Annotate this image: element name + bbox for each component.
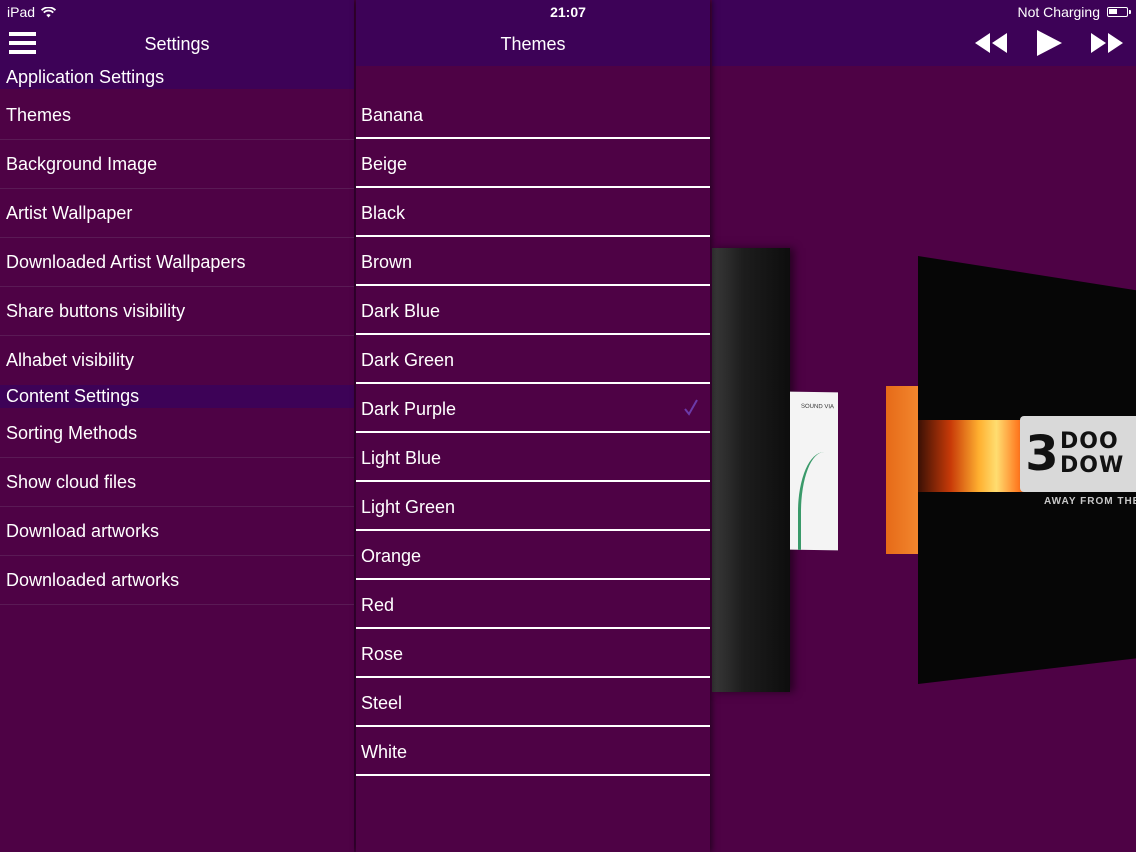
checkmark-icon [684, 399, 698, 416]
settings-item-downloaded-artist-wallpapers[interactable]: Downloaded Artist Wallpapers [0, 238, 354, 287]
album-cover-white[interactable]: SOUND VIA [790, 391, 838, 551]
settings-panel: Settings Application Settings Themes Bac… [0, 0, 354, 852]
play-icon [1037, 30, 1062, 56]
player-controls [962, 24, 1136, 62]
theme-item-banana[interactable]: Banana [356, 90, 710, 139]
album-cover-logo: 3 DOO DOW [1020, 416, 1136, 492]
theme-item-dark-purple[interactable]: Dark Purple [356, 384, 710, 433]
settings-item-show-cloud-files[interactable]: Show cloud files [0, 458, 354, 507]
theme-item-light-green[interactable]: Light Green [356, 482, 710, 531]
settings-item-sorting-methods[interactable]: Sorting Methods [0, 409, 354, 458]
status-right: Not Charging [1017, 4, 1131, 20]
album-cover-orange[interactable] [886, 386, 922, 554]
theme-item-rose[interactable]: Rose [356, 629, 710, 678]
rewind-button[interactable] [962, 24, 1020, 62]
theme-item-white[interactable]: White [356, 727, 710, 776]
screen: SOUND VIA 3 DOO DOW AWAY FROM THE Settin… [0, 0, 1136, 852]
album-cover-white-curve [798, 451, 838, 551]
theme-item-label: Dark Purple [361, 399, 457, 419]
theme-item-steel[interactable]: Steel [356, 678, 710, 727]
play-button[interactable] [1020, 24, 1078, 62]
album-cover-subtitle: AWAY FROM THE [1044, 496, 1136, 507]
settings-item-background-image[interactable]: Background Image [0, 140, 354, 189]
status-bar: iPad 21:07 Not Charging [0, 0, 1136, 24]
theme-item-black[interactable]: Black [356, 188, 710, 237]
theme-item-brown[interactable]: Brown [356, 237, 710, 286]
fast-forward-icon [1091, 33, 1123, 53]
settings-item-downloaded-artworks[interactable]: Downloaded artworks [0, 556, 354, 605]
theme-item-red[interactable]: Red [356, 580, 710, 629]
settings-item-share-buttons-visibility[interactable]: Share buttons visibility [0, 287, 354, 336]
album-cover-word-1: DOO [1060, 429, 1119, 454]
status-time: 21:07 [550, 4, 586, 20]
rewind-icon [975, 33, 1007, 53]
fast-forward-button[interactable] [1078, 24, 1136, 62]
themes-title: Themes [500, 34, 566, 54]
section-header-application-settings: Application Settings [0, 66, 354, 89]
album-cover-white-text: SOUND VIA [800, 403, 834, 411]
settings-item-artist-wallpaper[interactable]: Artist Wallpaper [0, 189, 354, 238]
themes-panel: Themes Banana Beige Black Brown Dark Blu… [356, 0, 710, 852]
album-cover-dark[interactable] [712, 248, 790, 692]
album-cover-word-2: DOW [1060, 453, 1125, 478]
theme-item-orange[interactable]: Orange [356, 531, 710, 580]
battery-icon [1107, 7, 1131, 17]
theme-item-dark-green[interactable]: Dark Green [356, 335, 710, 384]
section-header-content-settings: Content Settings [0, 385, 354, 408]
album-cover-number: 3 [1025, 426, 1059, 482]
settings-title: Settings [144, 34, 210, 54]
settings-item-download-artworks[interactable]: Download artworks [0, 507, 354, 556]
theme-item-light-blue[interactable]: Light Blue [356, 433, 710, 482]
theme-item-beige[interactable]: Beige [356, 139, 710, 188]
album-cover-main[interactable]: 3 DOO DOW AWAY FROM THE [918, 256, 1136, 684]
settings-item-themes[interactable]: Themes [0, 91, 354, 140]
settings-item-alphabet-visibility[interactable]: Alhabet visibility [0, 336, 354, 385]
charging-status: Not Charging [1017, 4, 1101, 20]
theme-item-dark-blue[interactable]: Dark Blue [356, 286, 710, 335]
